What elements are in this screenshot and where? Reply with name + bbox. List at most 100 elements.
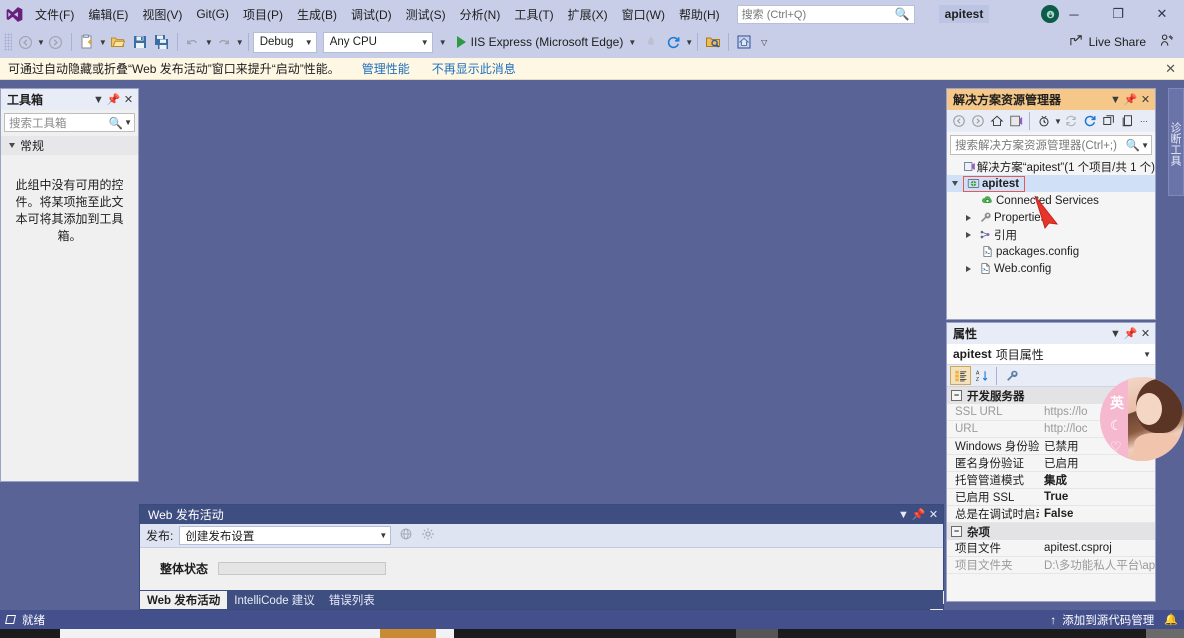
se-show-all-files-icon[interactable] <box>1119 112 1138 131</box>
new-project-dropdown-icon[interactable]: ▼ <box>99 38 107 47</box>
collapse-sign-icon-misc[interactable]: − <box>951 526 962 537</box>
tree-row-web-config[interactable]: Web.config <box>947 260 1155 277</box>
property-pages-wrench-icon[interactable] <box>1001 366 1022 385</box>
navigate-forward-icon[interactable] <box>45 31 67 53</box>
tab-error-list[interactable]: 错误列表 <box>322 591 382 609</box>
add-to-source-control-label[interactable]: 添加到源代码管理 <box>1062 612 1154 628</box>
refresh-icon[interactable] <box>662 31 684 53</box>
menu-build[interactable]: 生成(B) <box>290 2 344 27</box>
menu-project[interactable]: 项目(P) <box>236 2 290 27</box>
se-pending-changes-icon[interactable] <box>1034 112 1053 131</box>
minimize-button[interactable]: ─ <box>1052 0 1096 28</box>
undo-dropdown-icon[interactable]: ▼ <box>205 38 213 47</box>
tree-expander-references[interactable] <box>965 231 977 238</box>
close-button[interactable]: ✕ <box>1140 0 1184 28</box>
toolbox-pin-icon[interactable]: 📌 <box>106 91 121 108</box>
se-switch-views-icon[interactable] <box>1006 112 1025 131</box>
web-publish-close-icon[interactable]: ✕ <box>926 506 941 523</box>
se-home-icon[interactable] <box>987 112 1006 131</box>
redo-dropdown-icon[interactable]: ▼ <box>236 38 244 47</box>
publish-profile-combo[interactable]: 创建发布设置 ▼ <box>179 526 392 545</box>
menu-test[interactable]: 测试(S) <box>399 2 453 27</box>
tree-row-project[interactable]: apitest <box>947 175 1155 192</box>
se-search-dropdown-icon[interactable]: ▼ <box>1141 141 1149 150</box>
start-debug-button[interactable]: IIS Express (Microsoft Edge) ▼ <box>453 31 641 53</box>
publish-settings-gear-icon[interactable] <box>421 527 435 544</box>
menu-file[interactable]: 文件(F) <box>28 2 81 27</box>
navigate-backward-icon[interactable] <box>14 31 36 53</box>
solution-explorer-menu-icon[interactable]: ▼ <box>1108 91 1123 108</box>
menu-tools[interactable]: 工具(T) <box>507 2 560 27</box>
quick-launch-search[interactable]: 搜索 (Ctrl+Q) 🔍 <box>736 4 915 24</box>
platform-extra-dropdown-icon[interactable]: ▼ <box>439 38 447 47</box>
se-sync-icon[interactable] <box>1062 112 1081 131</box>
toolbox-group-general[interactable]: 常规 <box>1 136 138 155</box>
manage-performance-link[interactable]: 管理性能 <box>362 60 410 77</box>
tab-web-publish-activity[interactable]: Web 发布活动 <box>140 591 228 609</box>
open-file-icon[interactable] <box>107 31 129 53</box>
toolbar-grip[interactable] <box>4 33 12 51</box>
property-row-ssl-enabled[interactable]: 已启用 SSL True <box>947 489 1155 506</box>
property-row-always-start-on-debug[interactable]: 总是在调试时启动 False <box>947 506 1155 523</box>
dont-show-again-link[interactable]: 不再显示此消息 <box>432 60 516 77</box>
home-page-icon[interactable] <box>733 31 755 53</box>
property-row-pipeline-mode[interactable]: 托管管道模式 集成 <box>947 472 1155 489</box>
live-share-group[interactable]: Live Share <box>1069 33 1146 51</box>
menu-window[interactable]: 窗口(W) <box>615 2 672 27</box>
toolbar-overflow-icon[interactable]: ▽ <box>761 38 767 47</box>
properties-pin-icon[interactable]: 📌 <box>1123 325 1138 342</box>
properties-menu-icon[interactable]: ▼ <box>1108 325 1123 342</box>
status-bar-right[interactable]: ↑ 添加到源代码管理 🔔 <box>1050 612 1178 628</box>
web-publish-pin-icon[interactable]: 📌 <box>911 506 926 523</box>
solution-platform-combo[interactable]: Any CPU ▼ <box>322 31 433 53</box>
save-icon[interactable] <box>129 31 151 53</box>
properties-category-misc[interactable]: − 杂项 <box>947 523 1155 540</box>
taskbar-tray[interactable] <box>1146 629 1184 638</box>
collapse-sign-icon[interactable]: − <box>951 390 962 401</box>
solution-explorer-search-input[interactable]: 搜索解决方案资源管理器(Ctrl+;) 🔍 ▼ <box>950 135 1152 155</box>
new-project-icon[interactable] <box>76 31 98 53</box>
browse-with-icon[interactable] <box>702 31 724 53</box>
refresh-dropdown-icon[interactable]: ▼ <box>685 38 693 47</box>
avatar-lang-label[interactable]: 英 <box>1110 393 1124 413</box>
tree-row-solution[interactable]: 解决方案“apitest”(1 个项目/共 1 个) <box>947 158 1155 175</box>
se-toolbar-overflow-icon[interactable]: ⋯ <box>1140 117 1148 126</box>
undo-icon[interactable] <box>182 31 204 53</box>
toolbox-menu-icon[interactable]: ▼ <box>91 91 106 108</box>
tree-expander-project[interactable] <box>951 181 963 186</box>
toolbox-search-input[interactable]: 搜索工具箱 🔍 ▼ <box>4 113 135 132</box>
se-refresh-icon[interactable] <box>1081 112 1100 131</box>
menu-extensions[interactable]: 扩展(X) <box>561 2 615 27</box>
publish-globe-icon[interactable] <box>399 527 413 544</box>
categorized-view-icon[interactable] <box>950 366 971 385</box>
taskbar-window-2[interactable] <box>736 629 778 638</box>
web-publish-menu-icon[interactable]: ▼ <box>896 506 911 523</box>
feedback-icon[interactable] <box>1159 33 1174 51</box>
properties-object-selector[interactable]: apitest 项目属性 ▼ <box>947 344 1155 365</box>
notifications-bell-icon[interactable]: 🔔 <box>1164 613 1178 626</box>
alphabetical-sort-icon[interactable]: AZ <box>971 366 992 385</box>
navigate-backward-dropdown-icon[interactable]: ▼ <box>37 38 45 47</box>
se-pending-changes-dropdown-icon[interactable]: ▼ <box>1054 117 1062 126</box>
menu-git[interactable]: Git(G) <box>189 3 236 25</box>
solution-configuration-combo[interactable]: Debug ▼ <box>252 31 317 53</box>
se-forward-icon[interactable] <box>968 112 987 131</box>
solution-explorer-pin-icon[interactable]: 📌 <box>1123 91 1138 108</box>
floating-avatar-widget[interactable]: 英 ☾ ♡ <box>1100 377 1184 461</box>
moon-icon[interactable]: ☾ <box>1110 417 1123 434</box>
info-bar-close-icon[interactable]: ✕ <box>1165 61 1176 77</box>
save-all-icon[interactable] <box>151 31 173 53</box>
menu-edit[interactable]: 编辑(E) <box>81 2 135 27</box>
hot-reload-icon[interactable] <box>640 31 662 53</box>
tab-intellicode-suggestions[interactable]: IntelliCode 建议 <box>227 591 322 609</box>
heart-icon[interactable]: ♡ <box>1110 439 1122 455</box>
redo-icon[interactable] <box>213 31 235 53</box>
properties-close-icon[interactable]: ✕ <box>1138 325 1153 342</box>
solution-explorer-close-icon[interactable]: ✕ <box>1138 91 1153 108</box>
tree-row-packages-config[interactable]: packages.config <box>947 243 1155 260</box>
toolbox-search-dropdown-icon[interactable]: ▼ <box>124 118 132 127</box>
se-collapse-all-icon[interactable] <box>1100 112 1119 131</box>
property-row-anonymous-auth[interactable]: 匿名身份验证 已启用 <box>947 455 1155 472</box>
property-row-project-folder[interactable]: 项目文件夹 D:\多功能私人平台\ap <box>947 557 1155 574</box>
diagnostics-tools-tab[interactable]: 诊断工具 <box>1168 88 1184 196</box>
